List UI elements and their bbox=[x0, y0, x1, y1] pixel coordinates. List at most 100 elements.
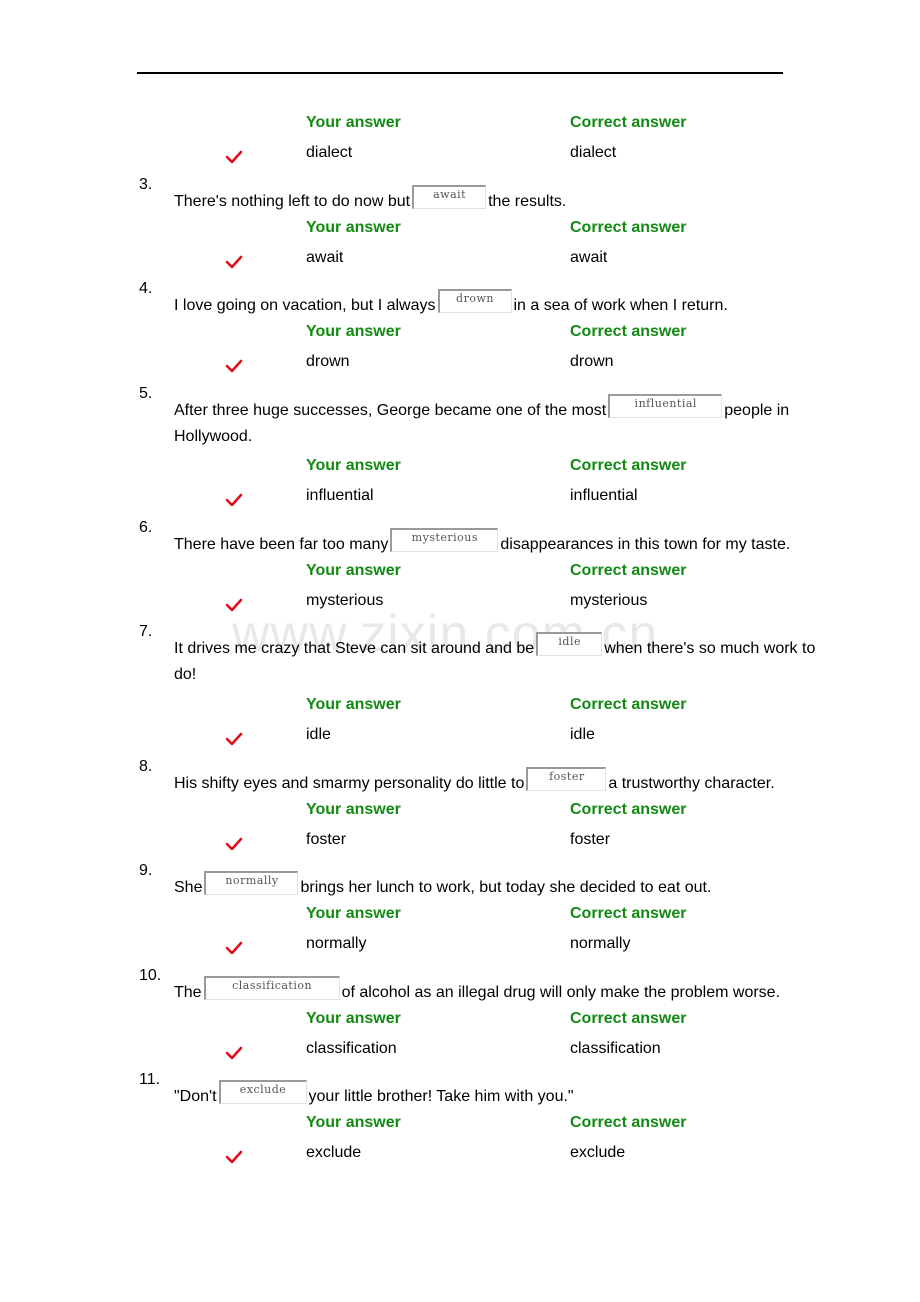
your-answer-header: Your answer bbox=[306, 323, 401, 340]
check-icon bbox=[225, 1046, 243, 1060]
correct-answer-value: classification bbox=[570, 1040, 661, 1057]
correct-answer-value: mysterious bbox=[570, 592, 648, 609]
your-answer-value: idle bbox=[306, 726, 331, 743]
question-number: 10. bbox=[139, 967, 162, 984]
check-icon bbox=[225, 493, 243, 507]
correct-answer-header: Correct answer bbox=[570, 801, 687, 818]
check-icon bbox=[225, 359, 243, 373]
answer-input[interactable]: mysterious bbox=[390, 528, 499, 552]
answer-input[interactable]: influential bbox=[608, 394, 723, 418]
sentence-after: a trustworthy character. bbox=[608, 775, 775, 792]
question-sentence: There have been far too many mysterious di… bbox=[174, 528, 790, 555]
your-answer-value: influential bbox=[306, 487, 374, 504]
sentence-before: The bbox=[174, 984, 202, 1001]
correct-answer-value: drown bbox=[570, 353, 614, 370]
correct-answer-header: Correct answer bbox=[570, 1114, 687, 1131]
answer-input-value: exclude bbox=[239, 1083, 287, 1096]
question-sentence: It drives me crazy that Steve can sit ar… bbox=[174, 632, 816, 659]
answer-input[interactable]: idle bbox=[536, 632, 603, 656]
check-icon bbox=[225, 255, 243, 269]
answer-input[interactable]: exclude bbox=[218, 1080, 307, 1104]
correct-answer-header: Correct answer bbox=[570, 219, 687, 236]
check-icon bbox=[225, 150, 243, 164]
your-answer-header: Your answer bbox=[306, 905, 401, 922]
correct-answer-header: Correct answer bbox=[570, 696, 687, 713]
question-sentence: After three huge successes, George becam… bbox=[174, 394, 790, 421]
sentence-after: the results. bbox=[488, 193, 567, 210]
your-answer-value: dialect bbox=[306, 144, 353, 161]
answer-input-value: await bbox=[433, 188, 467, 201]
sentence-before: His shifty eyes and smarmy personality d… bbox=[174, 775, 525, 792]
question-sentence: His shifty eyes and smarmy personality d… bbox=[174, 767, 775, 794]
check-icon bbox=[225, 732, 243, 746]
question-number: 8. bbox=[139, 758, 153, 775]
question-number: 9. bbox=[139, 862, 153, 879]
answer-input[interactable]: classification bbox=[203, 976, 340, 1000]
answer-input-value: influential bbox=[634, 397, 697, 410]
your-answer-value: mysterious bbox=[306, 592, 384, 609]
sentence-before: "Don't bbox=[174, 1088, 217, 1105]
your-answer-value: foster bbox=[306, 831, 347, 848]
answer-input[interactable]: normally bbox=[204, 871, 299, 895]
sentence-continuation: Hollywood. bbox=[174, 428, 253, 445]
your-answer-header: Your answer bbox=[306, 219, 401, 236]
answer-input-value: mysterious bbox=[411, 531, 479, 544]
your-answer-value: drown bbox=[306, 353, 350, 370]
question-number: 4. bbox=[139, 280, 153, 297]
question-number: 3. bbox=[139, 176, 153, 193]
answer-input[interactable]: drown bbox=[437, 289, 512, 313]
correct-answer-header: Correct answer bbox=[570, 323, 687, 340]
sentence-after: brings her lunch to work, but today she … bbox=[300, 879, 712, 896]
question-sentence: She normally brings her lunch to work, but… bbox=[174, 871, 712, 898]
answer-input[interactable]: foster bbox=[526, 767, 607, 791]
question-sentence: "Don't exclude your little brother! Take h… bbox=[174, 1080, 574, 1107]
your-answer-value: normally bbox=[306, 935, 367, 952]
question-number: 11. bbox=[139, 1071, 161, 1088]
correct-answer-value: exclude bbox=[570, 1144, 626, 1161]
sentence-after: your little brother! Take him with you." bbox=[308, 1088, 574, 1105]
your-answer-header: Your answer bbox=[306, 1114, 401, 1131]
your-answer-header: Your answer bbox=[306, 696, 401, 713]
check-icon bbox=[225, 941, 243, 955]
answer-input-value: normally bbox=[225, 874, 279, 887]
sentence-before: There's nothing left to do now but bbox=[174, 193, 411, 210]
question-number: 5. bbox=[139, 385, 153, 402]
your-answer-header: Your answer bbox=[306, 114, 401, 131]
answer-input-value: classification bbox=[232, 979, 313, 992]
check-icon bbox=[225, 837, 243, 851]
sentence-before: I love going on vacation, but I always bbox=[174, 297, 436, 314]
sentence-before: She bbox=[174, 879, 203, 896]
your-answer-value: exclude bbox=[306, 1144, 362, 1161]
sentence-after: of alcohol as an illegal drug will only … bbox=[341, 984, 781, 1001]
your-answer-header: Your answer bbox=[306, 801, 401, 818]
your-answer-value: await bbox=[306, 249, 344, 266]
answer-input[interactable]: await bbox=[412, 185, 487, 209]
correct-answer-value: dialect bbox=[570, 144, 617, 161]
sentence-before: It drives me crazy that Steve can sit ar… bbox=[174, 640, 535, 657]
sentence-after: people in bbox=[724, 402, 790, 419]
question-number: 6. bbox=[139, 519, 153, 536]
sentence-after: when there's so much work to bbox=[604, 640, 816, 657]
your-answer-header: Your answer bbox=[306, 457, 401, 474]
correct-answer-value: normally bbox=[570, 935, 631, 952]
your-answer-header: Your answer bbox=[306, 562, 401, 579]
correct-answer-value: foster bbox=[570, 831, 611, 848]
sentence-after: in a sea of work when I return. bbox=[513, 297, 728, 314]
question-sentence: The classification of alcohol as an illega… bbox=[174, 976, 781, 1003]
question-number: 7. bbox=[139, 623, 153, 640]
correct-answer-value: await bbox=[570, 249, 608, 266]
check-icon bbox=[225, 1150, 243, 1164]
correct-answer-header: Correct answer bbox=[570, 562, 687, 579]
answer-input-value: idle bbox=[558, 635, 581, 648]
correct-answer-value: influential bbox=[570, 487, 638, 504]
answer-input-value: foster bbox=[549, 770, 585, 783]
sentence-before: After three huge successes, George becam… bbox=[174, 402, 607, 419]
sentence-continuation: do! bbox=[174, 666, 197, 683]
correct-answer-header: Correct answer bbox=[570, 1010, 687, 1027]
correct-answer-header: Correct answer bbox=[570, 457, 687, 474]
question-sentence: There's nothing left to do now but await t… bbox=[174, 185, 567, 212]
correct-answer-value: idle bbox=[570, 726, 595, 743]
top-rule bbox=[137, 72, 783, 74]
correct-answer-header: Correct answer bbox=[570, 114, 687, 131]
answer-input-value: drown bbox=[456, 292, 494, 305]
